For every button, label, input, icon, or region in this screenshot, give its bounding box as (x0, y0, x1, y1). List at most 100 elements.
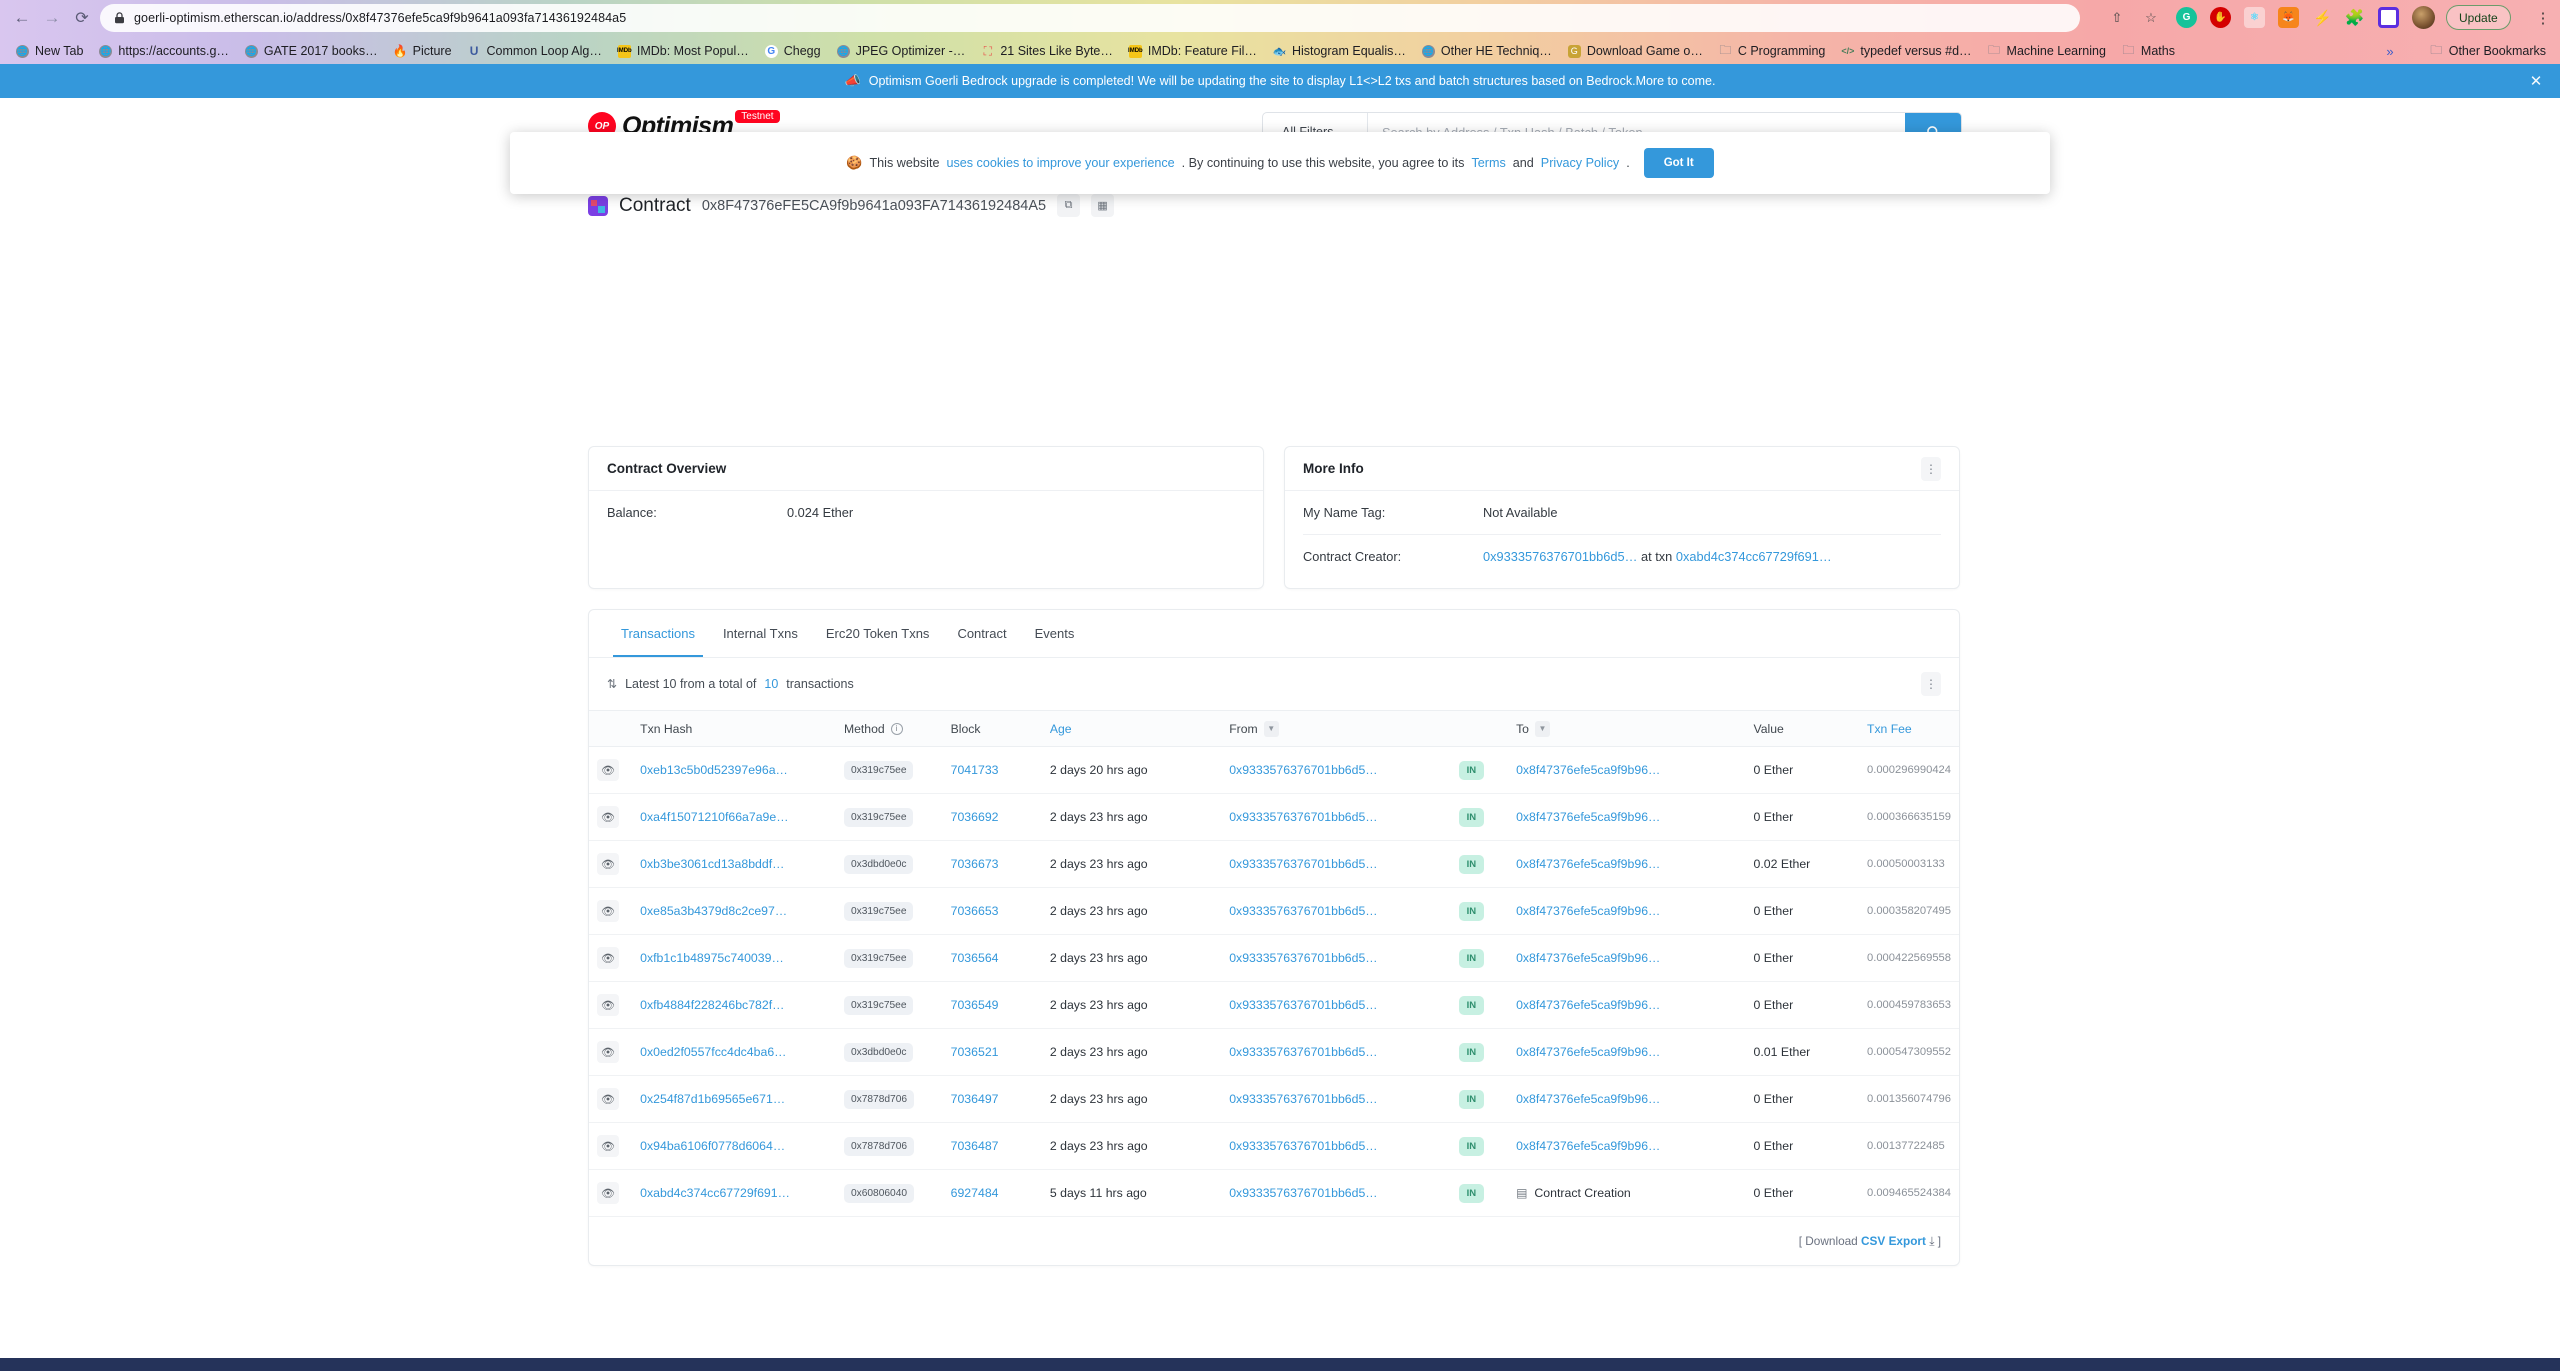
block-link[interactable]: 7041733 (951, 763, 999, 777)
bookmark-item[interactable]: 🌐 GATE 2017 books… (237, 40, 386, 62)
cookie-policy-link[interactable]: uses cookies to improve your experience (946, 156, 1174, 170)
to-address-link[interactable]: 0x8f47376efe5ca9f9b96… (1516, 1092, 1660, 1106)
bookmark-item[interactable]: 🌐 JPEG Optimizer -… (829, 40, 974, 62)
address-bar[interactable]: goerli-optimism.etherscan.io/address/0x8… (100, 4, 2080, 32)
lightning-extension-icon[interactable]: ⚡ (2312, 7, 2333, 28)
txn-hash-link[interactable]: 0x94ba6106f0778d6064… (640, 1139, 785, 1153)
metamask-extension-icon[interactable]: 🦊 (2278, 7, 2299, 28)
method-pill[interactable]: 0x3dbd0e0c (843, 854, 914, 874)
to-address-link[interactable]: 0x8f47376efe5ca9f9b96… (1516, 857, 1660, 871)
browser-back-icon[interactable]: ← (10, 6, 34, 30)
share-icon[interactable]: ⇧ (2106, 7, 2128, 29)
method-pill[interactable]: 0x319c75ee (843, 995, 914, 1015)
to-address-link[interactable]: 0x8f47376efe5ca9f9b96… (1516, 998, 1660, 1012)
block-link[interactable]: 7036549 (951, 998, 999, 1012)
eye-icon[interactable]: 👁 (597, 1182, 619, 1204)
profile-avatar[interactable] (2412, 6, 2435, 29)
bookmark-star-icon[interactable]: ☆ (2140, 7, 2162, 29)
from-address-link[interactable]: 0x9333576376701bb6d5… (1229, 1045, 1377, 1059)
bookmark-item[interactable]: 🗀 C Programming (1711, 40, 1834, 62)
bookmark-item[interactable]: ⛶ 21 Sites Like Byte… (973, 40, 1121, 62)
to-address-link[interactable]: 0x8f47376efe5ca9f9b96… (1516, 904, 1660, 918)
filter-icon[interactable]: ▼ (1534, 720, 1550, 737)
bookmark-item[interactable]: U Common Loop Alg… (460, 40, 610, 62)
to-address-link[interactable]: 0x8f47376efe5ca9f9b96… (1516, 1045, 1660, 1059)
to-address-link[interactable]: 0x8f47376efe5ca9f9b96… (1516, 810, 1660, 824)
privacy-policy-link[interactable]: Privacy Policy (1541, 156, 1619, 170)
block-link[interactable]: 7036673 (951, 857, 999, 871)
tab-transactions[interactable]: Transactions (607, 610, 709, 657)
txn-hash-link[interactable]: 0xa4f15071210f66a7a9e… (640, 810, 788, 824)
th-age[interactable]: Age (1041, 710, 1222, 747)
block-link[interactable]: 7036653 (951, 904, 999, 918)
tab-events[interactable]: Events (1021, 610, 1089, 657)
bookmark-item[interactable]: 🌐 https://accounts.g… (91, 40, 236, 62)
csv-export-link[interactable]: CSV Export (1861, 1234, 1926, 1248)
method-pill[interactable]: 0x319c75ee (843, 901, 914, 921)
eye-icon[interactable]: 👁 (597, 994, 619, 1016)
txn-hash-link[interactable]: 0x0ed2f0557fcc4dc4ba6… (640, 1045, 786, 1059)
grammarly-extension-icon[interactable]: G (2176, 7, 2197, 28)
creator-txn-link[interactable]: 0xabd4c374cc67729f691… (1676, 549, 1832, 564)
browser-forward-icon[interactable]: → (40, 6, 64, 30)
from-address-link[interactable]: 0x9333576376701bb6d5… (1229, 1092, 1377, 1106)
adblock-extension-icon[interactable]: ✋ (2210, 7, 2231, 28)
from-address-link[interactable]: 0x9333576376701bb6d5… (1229, 1139, 1377, 1153)
download-icon[interactable]: ⤓ (1929, 1234, 1934, 1248)
bookmark-item[interactable]: 🌐 Other HE Techniq… (1414, 40, 1560, 62)
method-pill[interactable]: 0x7878d706 (843, 1136, 915, 1156)
tab-erc20-token-txns[interactable]: Erc20 Token Txns (812, 610, 944, 657)
from-address-link[interactable]: 0x9333576376701bb6d5… (1229, 763, 1377, 777)
from-address-link[interactable]: 0x9333576376701bb6d5… (1229, 998, 1377, 1012)
eye-icon[interactable]: 👁 (597, 1135, 619, 1157)
copy-icon[interactable]: ⧉ (1057, 194, 1081, 217)
txn-hash-link[interactable]: 0xabd4c374cc67729f691… (640, 1186, 790, 1200)
eye-icon[interactable]: 👁 (597, 900, 619, 922)
eye-icon[interactable]: 👁 (597, 947, 619, 969)
qr-code-icon[interactable]: ▦ (1091, 194, 1115, 217)
method-pill[interactable]: 0x3dbd0e0c (843, 1042, 914, 1062)
bookmark-item[interactable]: IMDb IMDb: Most Popul… (610, 40, 757, 62)
tab-internal-txns[interactable]: Internal Txns (709, 610, 812, 657)
announcement-close-icon[interactable]: ✕ (2528, 73, 2544, 90)
eye-icon[interactable]: 👁 (597, 806, 619, 828)
method-pill[interactable]: 0x319c75ee (843, 760, 914, 780)
cookie-accept-button[interactable]: Got It (1643, 148, 1714, 178)
bookmark-item[interactable]: IMDb IMDb: Feature Fil… (1121, 40, 1265, 62)
txn-hash-link[interactable]: 0xeb13c5b0d52397e96a… (640, 763, 788, 777)
txn-hash-link[interactable]: 0xb3be3061cd13a8bddf… (640, 857, 784, 871)
contract-creation-cell[interactable]: ▤ Contract Creation (1516, 1186, 1737, 1200)
from-address-link[interactable]: 0x9333576376701bb6d5… (1229, 1186, 1377, 1200)
bookmark-item[interactable]: 🌐 New Tab (8, 40, 91, 62)
block-link[interactable]: 7036564 (951, 951, 999, 965)
method-pill[interactable]: 0x319c75ee (843, 948, 914, 968)
block-link[interactable]: 6927484 (951, 1186, 999, 1200)
bookmark-item[interactable]: 🗀 Machine Learning (1980, 40, 2114, 62)
bookmark-item[interactable]: 🔥 Picture (386, 40, 460, 62)
to-address-link[interactable]: 0x8f47376efe5ca9f9b96… (1516, 763, 1660, 777)
eye-icon[interactable]: 👁 (597, 1088, 619, 1110)
bookmarks-overflow-icon[interactable]: » (2380, 41, 2400, 61)
bookmark-item[interactable]: 🗀 Maths (2114, 40, 2183, 62)
method-pill[interactable]: 0x60806040 (843, 1183, 915, 1203)
browser-reload-icon[interactable]: ⟳ (70, 6, 94, 30)
from-address-link[interactable]: 0x9333576376701bb6d5… (1229, 951, 1377, 965)
from-address-link[interactable]: 0x9333576376701bb6d5… (1229, 904, 1377, 918)
chrome-menu-icon[interactable]: ⋮ (2534, 7, 2552, 29)
block-link[interactable]: 7036521 (951, 1045, 999, 1059)
block-link[interactable]: 7036487 (951, 1139, 999, 1153)
txn-hash-link[interactable]: 0xfb4884f228246bc782f… (640, 998, 784, 1012)
transactions-kebab-icon[interactable]: ⋮ (1921, 672, 1941, 696)
filter-icon[interactable]: ▼ (1263, 720, 1279, 737)
txn-hash-link[interactable]: 0x254f87d1b69565e671… (640, 1092, 785, 1106)
block-link[interactable]: 7036497 (951, 1092, 999, 1106)
to-address-link[interactable]: 0x8f47376efe5ca9f9b96… (1516, 951, 1660, 965)
more-info-kebab-icon[interactable]: ⋮ (1921, 456, 1941, 481)
sort-icon[interactable]: ⇅ (607, 677, 617, 691)
to-address-link[interactable]: 0x8f47376efe5ca9f9b96… (1516, 1139, 1660, 1153)
react-devtools-extension-icon[interactable]: ⚛ (2244, 7, 2265, 28)
info-icon[interactable]: i (890, 722, 903, 735)
bookmark-item[interactable]: </> typedef versus #d… (1833, 40, 1979, 62)
bookmark-item[interactable]: G Chegg (757, 40, 829, 62)
txn-hash-link[interactable]: 0xe85a3b4379d8c2ce97… (640, 904, 787, 918)
